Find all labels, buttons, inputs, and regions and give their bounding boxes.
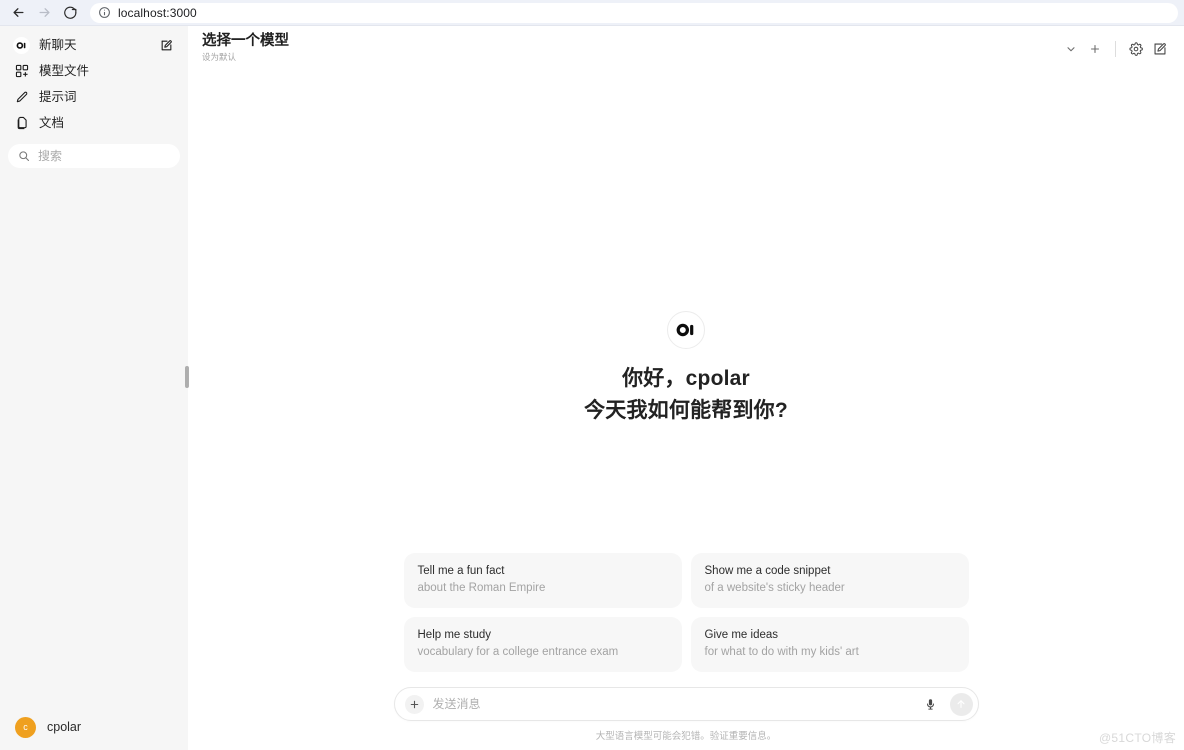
- suggestion-title: Tell me a fun fact: [417, 564, 505, 577]
- send-button[interactable]: [949, 692, 973, 716]
- suggestion-prompts: Tell me a fun fact about the Roman Empir…: [188, 552, 1184, 672]
- site-info-icon[interactable]: [98, 6, 111, 19]
- sidebar-item-label-documents: 文档: [39, 115, 65, 130]
- sidebar-item-label-new-chat: 新聊天: [39, 37, 77, 52]
- suggestion-subtitle: of a website's sticky header: [704, 582, 845, 595]
- plus-icon[interactable]: [1085, 39, 1105, 59]
- main-content: 选择一个模型 设为默认 你好，cpolar 今天我如何能帮到你? Tell me…: [188, 26, 1184, 750]
- new-chat-edit-square-icon[interactable]: [158, 37, 175, 54]
- suggestion-title: Show me a code snippet: [704, 564, 831, 577]
- user-name-label: cpolar: [47, 720, 82, 734]
- sidebar-item-documents[interactable]: 文档: [8, 110, 180, 136]
- suggestion-card[interactable]: Show me a code snippet of a website's st…: [690, 552, 969, 608]
- sidebar-nav: 新聊天 模型文件 提示词 文档: [0, 26, 188, 136]
- sidebar-item-modelfiles[interactable]: 模型文件: [8, 58, 180, 84]
- microphone-icon[interactable]: [921, 694, 941, 714]
- browser-back-button[interactable]: [6, 2, 30, 24]
- browser-toolbar: localhost:3000: [0, 0, 1184, 26]
- chat-header: 选择一个模型 设为默认: [188, 26, 1184, 70]
- browser-address-bar[interactable]: localhost:3000: [90, 2, 1178, 23]
- suggestion-subtitle: about the Roman Empire: [417, 582, 546, 595]
- composer-area: 大型语言模型可能会犯错。验证重要信息。: [188, 687, 1184, 750]
- sidebar-item-prompts[interactable]: 提示词: [8, 84, 180, 110]
- sidebar-chat-list: [0, 168, 188, 704]
- sidebar-resize-handle[interactable]: [185, 366, 189, 388]
- documents-icon: [13, 115, 30, 132]
- gear-icon[interactable]: [1126, 39, 1146, 59]
- search-input[interactable]: [38, 149, 170, 163]
- header-divider: [1115, 41, 1116, 57]
- suggestion-title: Give me ideas: [704, 628, 779, 641]
- sidebar-item-new-chat[interactable]: 新聊天: [8, 32, 180, 58]
- open-webui-logo-large-icon: [667, 311, 705, 350]
- message-input[interactable]: [432, 697, 912, 711]
- message-composer[interactable]: [393, 687, 979, 721]
- suggestion-card[interactable]: Tell me a fun fact about the Roman Empir…: [403, 552, 682, 608]
- suggestion-grid: Tell me a fun fact about the Roman Empir…: [403, 552, 969, 672]
- model-selector[interactable]: 选择一个模型 设为默认: [202, 32, 289, 62]
- browser-forward-button[interactable]: [32, 2, 56, 24]
- open-webui-logo-icon: [13, 36, 30, 54]
- sidebar-item-label-prompts: 提示词: [39, 89, 77, 104]
- set-as-default-link[interactable]: 设为默认: [202, 53, 289, 62]
- app-root: 新聊天 模型文件 提示词 文档 搜索 c cpolar 选择一个模型 设为默认 …: [0, 26, 1184, 750]
- greeting-line-1: 你好，cpolar: [622, 367, 750, 391]
- model-selector-title: 选择一个模型: [202, 33, 289, 49]
- greeting-line-2: 今天我如何能帮到你?: [584, 398, 788, 422]
- avatar: c: [15, 716, 36, 738]
- suggestion-subtitle: for what to do with my kids' art: [704, 646, 859, 659]
- edit-square-icon[interactable]: [1150, 39, 1170, 59]
- browser-reload-button[interactable]: [58, 2, 82, 24]
- boxes-icon: [13, 63, 30, 80]
- suggestion-card[interactable]: Give me ideas for what to do with my kid…: [690, 616, 969, 672]
- header-actions: [1061, 32, 1170, 59]
- search-box[interactable]: [8, 144, 180, 168]
- pencil-icon: [13, 89, 30, 106]
- suggestion-subtitle: vocabulary for a college entrance exam: [417, 646, 619, 659]
- chevron-down-icon[interactable]: [1061, 39, 1081, 59]
- suggestion-title: Help me study: [417, 628, 492, 641]
- llm-disclaimer: 大型语言模型可能会犯错。验证重要信息。: [595, 731, 777, 742]
- search-icon: [18, 150, 30, 162]
- browser-url-text: localhost:3000: [118, 5, 197, 20]
- sidebar-search-wrapper: [0, 136, 188, 168]
- sidebar-item-label-modelfiles: 模型文件: [39, 63, 90, 78]
- suggestion-card[interactable]: Help me study vocabulary for a college e…: [403, 616, 682, 672]
- attach-plus-icon[interactable]: [404, 694, 424, 714]
- sidebar: 新聊天 模型文件 提示词 文档 搜索 c cpolar: [0, 26, 188, 750]
- sidebar-user-profile[interactable]: c cpolar: [0, 704, 188, 750]
